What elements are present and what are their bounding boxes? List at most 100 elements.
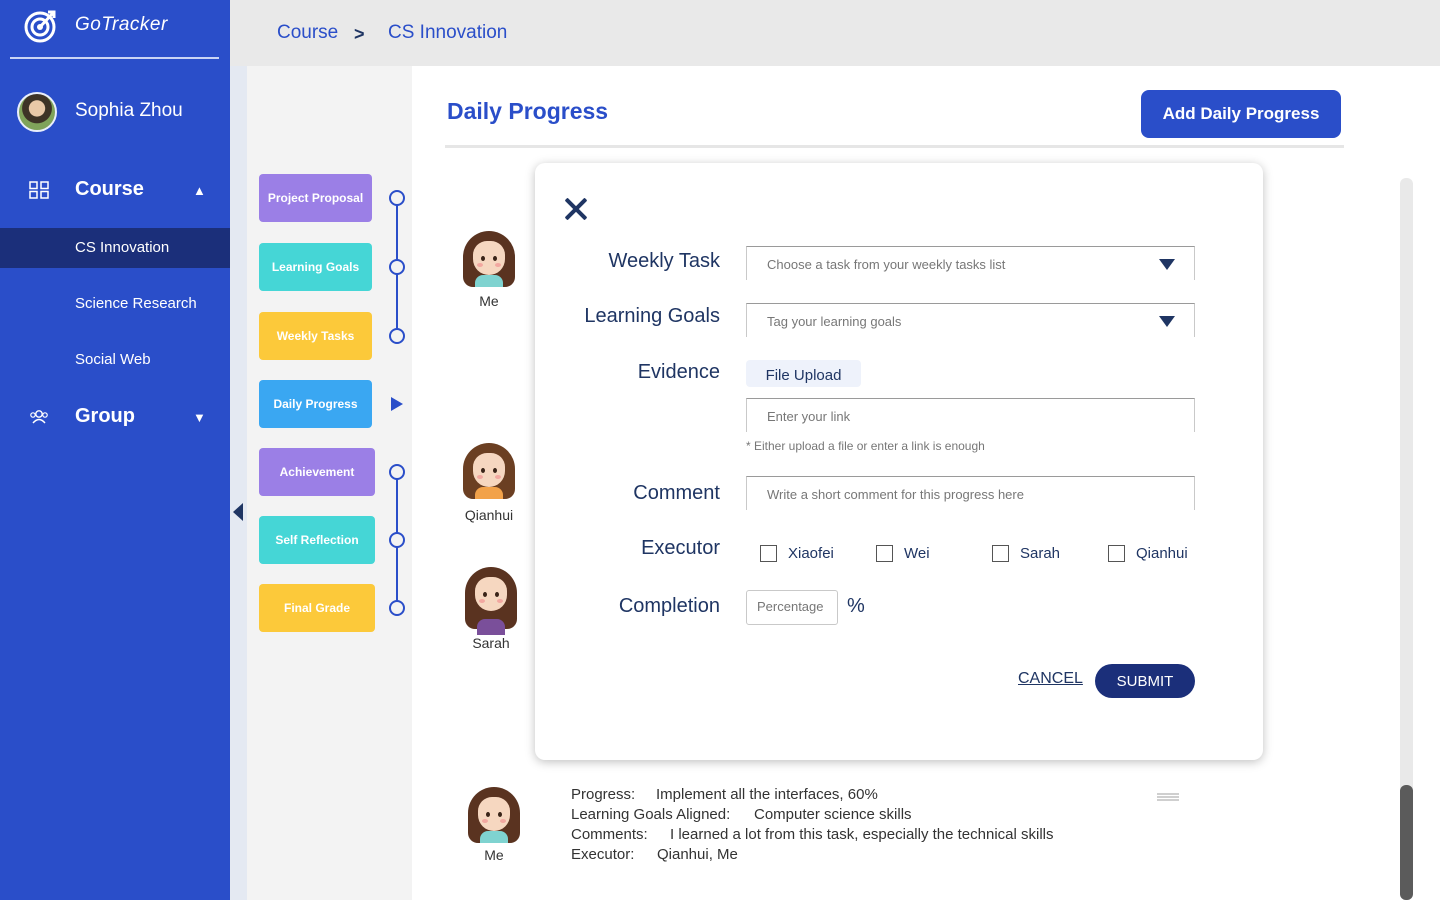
shirt [475, 275, 503, 287]
avatar [17, 92, 57, 132]
collapse-strip[interactable] [230, 66, 247, 900]
checkbox-label: Wei [904, 545, 930, 562]
step-label: Project Proposal [267, 191, 364, 205]
caret-up-icon: ▲ [193, 183, 206, 198]
group-icon [30, 410, 48, 424]
checkbox[interactable] [876, 545, 893, 562]
sidebar-item-social-web[interactable]: Social Web [0, 340, 230, 380]
timeline-node [389, 328, 405, 344]
sidebar-item-label: Social Web [75, 351, 151, 368]
submit-button[interactable]: SUBMIT [1095, 664, 1195, 698]
sidebar-item-label: Science Research [75, 295, 197, 312]
collapse-arrow-icon[interactable] [233, 503, 243, 521]
grid-icon [29, 181, 49, 199]
timeline-node [389, 532, 405, 548]
member-avatar-me: Me [464, 787, 524, 863]
member-avatar-me: Me [459, 231, 519, 309]
breadcrumb-current[interactable]: CS Innovation [388, 22, 507, 44]
step-label: Self Reflection [275, 533, 359, 547]
executor-label: Executor [641, 537, 720, 559]
nav-group[interactable]: Group ▼ [0, 397, 230, 437]
step-label: Final Grade [283, 601, 351, 615]
member-name: Sarah [472, 635, 510, 651]
link-input[interactable]: Enter your link [746, 398, 1195, 432]
weekly-task-select[interactable]: Choose a task from your weekly tasks lis… [746, 246, 1195, 280]
step-learning-goals[interactable]: Learning Goals [259, 243, 372, 291]
member-name: Qianhui [464, 507, 514, 523]
evidence-hint: * Either upload a file or enter a link i… [746, 439, 985, 453]
checkbox-label: Xiaofei [788, 545, 834, 562]
timeline-node [389, 190, 405, 206]
percent-symbol: % [847, 595, 865, 617]
weekly-task-placeholder: Choose a task from your weekly tasks lis… [767, 257, 1006, 272]
close-icon[interactable] [562, 195, 590, 223]
dropdown-arrow-icon [1159, 259, 1175, 270]
add-daily-progress-button[interactable]: Add Daily Progress [1141, 90, 1341, 138]
user-name: Sophia Zhou [75, 100, 183, 121]
entry-value: I learned a lot from this task, especial… [670, 826, 1054, 843]
entry-key: Learning Goals Aligned: [571, 806, 731, 823]
avatar [468, 787, 520, 847]
checkbox[interactable] [760, 545, 777, 562]
timeline-node [389, 464, 405, 480]
file-upload-button[interactable]: File Upload [746, 360, 861, 387]
checkbox[interactable] [1108, 545, 1125, 562]
learning-goals-label: Learning Goals [584, 305, 720, 327]
sidebar-item-science-research[interactable]: Science Research [0, 284, 230, 324]
brand[interactable]: GoTracker [10, 0, 219, 59]
step-final-grade[interactable]: Final Grade [259, 584, 375, 632]
member-avatar-sarah: Sarah [461, 567, 521, 651]
progress-entry: Progress: Implement all the interfaces, 6… [571, 785, 1054, 865]
step-achievement[interactable]: Achievement [259, 448, 375, 496]
learning-goals-select[interactable]: Tag your learning goals [746, 303, 1195, 337]
drag-handle-icon[interactable] [1157, 793, 1179, 801]
member-avatar-qianhui: Qianhui [459, 443, 519, 523]
checkbox-label: Qianhui [1136, 545, 1188, 562]
app-name: GoTracker [75, 14, 168, 35]
timeline-node [389, 600, 405, 616]
step-label: Achievement [279, 465, 355, 479]
sidebar-item-cs-innovation[interactable]: CS Innovation [0, 228, 230, 268]
step-weekly-tasks[interactable]: Weekly Tasks [259, 312, 372, 360]
sidebar-item-label: CS Innovation [75, 239, 170, 256]
step-daily-progress[interactable]: Daily Progress [259, 380, 372, 428]
completion-input[interactable]: Percentage [746, 590, 838, 625]
avatar [465, 567, 517, 635]
nav-course[interactable]: Course ▲ [0, 170, 230, 210]
scrollbar-thumb[interactable] [1400, 785, 1413, 900]
cancel-button[interactable]: CANCEL [1018, 670, 1083, 688]
timeline-node [389, 259, 405, 275]
comment-label: Comment [633, 482, 720, 504]
entry-key: Comments: [571, 826, 648, 843]
step-project-proposal[interactable]: Project Proposal [259, 174, 372, 222]
avatar [463, 443, 515, 499]
caret-down-icon: ▼ [193, 410, 206, 425]
entry-value: Computer science skills [754, 806, 912, 823]
step-self-reflection[interactable]: Self Reflection [259, 516, 375, 564]
step-label: Weekly Tasks [276, 329, 355, 343]
entry-value: Qianhui, Me [657, 846, 738, 863]
weekly-task-label: Weekly Task [608, 250, 720, 272]
entry-key: Executor: [571, 846, 635, 863]
completion-placeholder: Percentage [757, 599, 824, 614]
breadcrumb: Course > CS Innovation [230, 0, 1440, 66]
target-logo-icon [24, 10, 56, 43]
checkbox[interactable] [992, 545, 1009, 562]
comment-placeholder: Write a short comment for this progress … [767, 487, 1024, 502]
divider [445, 145, 1344, 148]
entry-value: Implement all the interfaces, 60% [656, 786, 878, 803]
entry-key: Progress: [571, 786, 636, 803]
chevron-right-icon: > [354, 24, 365, 44]
comment-input[interactable]: Write a short comment for this progress … [746, 476, 1195, 510]
nav-group-label: Group [75, 405, 135, 427]
learning-goals-placeholder: Tag your learning goals [767, 314, 902, 329]
completion-label: Completion [618, 595, 720, 617]
link-placeholder: Enter your link [767, 409, 851, 424]
nav-course-label: Course [75, 178, 144, 200]
step-label: Daily Progress [273, 397, 358, 411]
evidence-label: Evidence [637, 361, 720, 383]
current-step-marker-icon [391, 397, 403, 411]
breadcrumb-course[interactable]: Course [277, 22, 338, 44]
step-label: Learning Goals [271, 260, 360, 274]
checkbox-label: Sarah [1020, 545, 1061, 562]
